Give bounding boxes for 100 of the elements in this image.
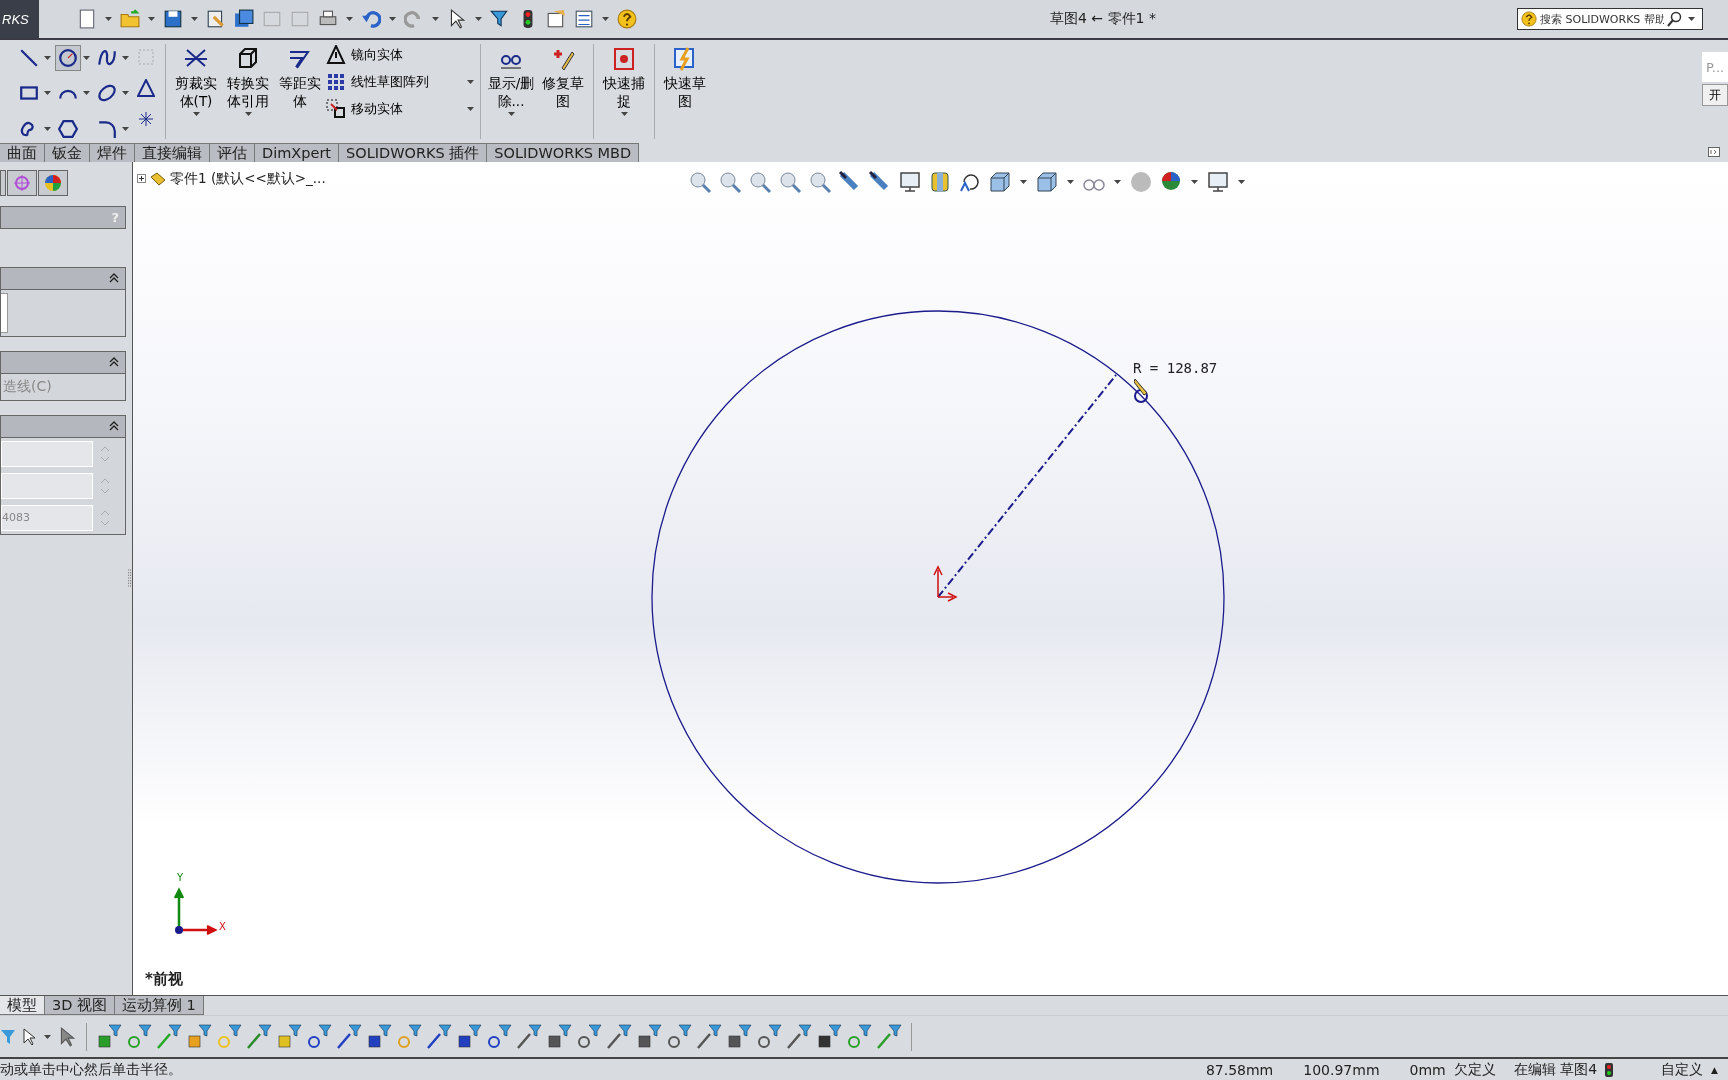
caret-icon[interactable] <box>104 17 112 21</box>
ribbon-button[interactable]: 快速捕捉 <box>598 40 650 143</box>
caret-icon[interactable] <box>431 17 439 21</box>
filter-icon[interactable] <box>486 1023 512 1050</box>
traffic-light-icon[interactable] <box>1605 1062 1614 1077</box>
caret-icon[interactable] <box>147 17 155 21</box>
save-icon[interactable] <box>162 9 183 29</box>
zoom-icon[interactable] <box>778 169 802 194</box>
filter-icon[interactable] <box>726 1023 752 1050</box>
filter-icon[interactable] <box>336 1023 362 1050</box>
ribbon-button[interactable]: 快速草图 <box>659 40 711 143</box>
number-field[interactable] <box>1 472 93 499</box>
tab[interactable]: 3D 视图 <box>44 996 115 1016</box>
collapse-icon[interactable] <box>109 273 119 284</box>
restore-icon[interactable] <box>1708 146 1720 157</box>
filter-icon[interactable] <box>636 1023 662 1050</box>
zoom-selection-icon[interactable] <box>808 169 832 194</box>
units-menu[interactable]: 自定义 <box>1661 1060 1704 1079</box>
caret-icon[interactable] <box>1020 179 1027 184</box>
document-icon[interactable] <box>205 9 226 29</box>
filter-icon[interactable] <box>756 1023 782 1050</box>
help-icon[interactable] <box>616 9 637 29</box>
tree-item[interactable]: 零件1 (默认<<默认>_... <box>170 169 326 188</box>
number-field[interactable] <box>1 440 93 467</box>
popup-button[interactable]: 开 <box>1702 84 1728 106</box>
cursor-icon[interactable] <box>20 1025 38 1048</box>
checklist-icon[interactable] <box>573 9 594 29</box>
filter-icon[interactable] <box>366 1023 392 1050</box>
expand-icon[interactable] <box>137 174 146 184</box>
caret-icon[interactable] <box>44 91 51 96</box>
collapse-icon[interactable] <box>109 357 119 368</box>
caret-icon[interactable] <box>345 17 353 21</box>
ribbon-button[interactable]: 线性草图阵列 <box>326 72 429 92</box>
filter-icon[interactable] <box>546 1023 572 1050</box>
section-header[interactable] <box>0 414 126 438</box>
undo-icon[interactable] <box>360 9 381 29</box>
clipboard-icon[interactable] <box>545 9 566 29</box>
point-icon[interactable] <box>137 110 155 128</box>
caret-icon[interactable] <box>190 17 198 21</box>
filter-icon[interactable] <box>516 1023 542 1050</box>
caret-icon[interactable] <box>620 112 628 116</box>
zoom-box-icon[interactable] <box>748 169 772 194</box>
caret-icon[interactable] <box>44 55 51 60</box>
caret-icon[interactable] <box>388 17 396 21</box>
caret-icon[interactable] <box>83 55 90 60</box>
caret-icon[interactable] <box>1688 17 1695 21</box>
documents-icon[interactable] <box>233 9 254 29</box>
filter-icon[interactable] <box>306 1023 332 1050</box>
tab[interactable]: 运动算例 1 <box>114 996 204 1016</box>
caret-icon[interactable] <box>83 91 90 96</box>
ribbon-button[interactable]: 显示/删除... <box>485 40 537 143</box>
monitor-icon[interactable] <box>1206 169 1230 194</box>
caret-icon[interactable] <box>467 107 474 111</box>
search-icon[interactable] <box>1667 11 1683 27</box>
caret-icon[interactable] <box>1191 179 1198 184</box>
caret-icon[interactable] <box>507 112 515 116</box>
caret-icon[interactable] <box>1238 179 1245 184</box>
search-field[interactable]: 搜索 SOLIDWORKS 帮助 <box>1517 8 1703 30</box>
section-header[interactable] <box>0 350 126 374</box>
menu-arrow[interactable]: ▲ <box>1711 1064 1718 1075</box>
caret-icon[interactable] <box>1114 179 1121 184</box>
panel-tab[interactable] <box>38 169 68 196</box>
caret-icon[interactable] <box>244 112 252 116</box>
monitor-icon[interactable] <box>898 169 922 194</box>
zoom-fit-icon[interactable] <box>688 169 712 194</box>
ribbon-button[interactable]: 移动实体 <box>326 99 403 119</box>
caret-icon[interactable] <box>467 80 474 84</box>
filter-icon[interactable] <box>456 1023 482 1050</box>
ribbon-button[interactable]: 剪裁实体(T) <box>170 40 222 143</box>
caret-icon[interactable] <box>122 55 129 60</box>
caret-icon[interactable] <box>44 127 51 132</box>
ribbon-button[interactable]: 修复草图 <box>537 40 589 143</box>
tab[interactable]: 模型 <box>0 996 45 1016</box>
caret-icon[interactable] <box>1067 179 1074 184</box>
triangle-icon[interactable] <box>137 79 155 97</box>
panel-tab[interactable] <box>7 169 37 196</box>
filter-icon[interactable] <box>696 1023 722 1050</box>
caret-icon[interactable] <box>474 17 482 21</box>
filter-icon[interactable] <box>576 1023 602 1050</box>
filter-icon[interactable] <box>426 1023 452 1050</box>
ribbon-button[interactable]: 镜向实体 <box>326 45 403 65</box>
caret-icon[interactable] <box>192 112 200 116</box>
filter-icon[interactable] <box>786 1023 812 1050</box>
caret-icon[interactable] <box>122 127 129 132</box>
ribbon-button[interactable]: 等距实体 <box>274 40 326 143</box>
ribbon-button[interactable]: 转换实体引用 <box>222 40 274 143</box>
filter-icon[interactable] <box>816 1023 842 1050</box>
caret-icon[interactable] <box>44 1034 51 1039</box>
zoom-area-icon[interactable] <box>718 169 742 194</box>
section-header[interactable] <box>0 266 126 290</box>
section-icon[interactable] <box>928 169 952 194</box>
filter-icon[interactable] <box>666 1023 692 1050</box>
filter-icon[interactable] <box>489 9 510 29</box>
caret-icon[interactable] <box>122 91 129 96</box>
list-box[interactable] <box>1 292 8 333</box>
collapse-icon[interactable] <box>109 421 119 432</box>
window-title: 草图4 ← 零件1 * <box>1050 10 1156 28</box>
caret-icon[interactable] <box>601 17 609 21</box>
filter-icon[interactable] <box>606 1023 632 1050</box>
panel-tab[interactable] <box>0 169 6 196</box>
